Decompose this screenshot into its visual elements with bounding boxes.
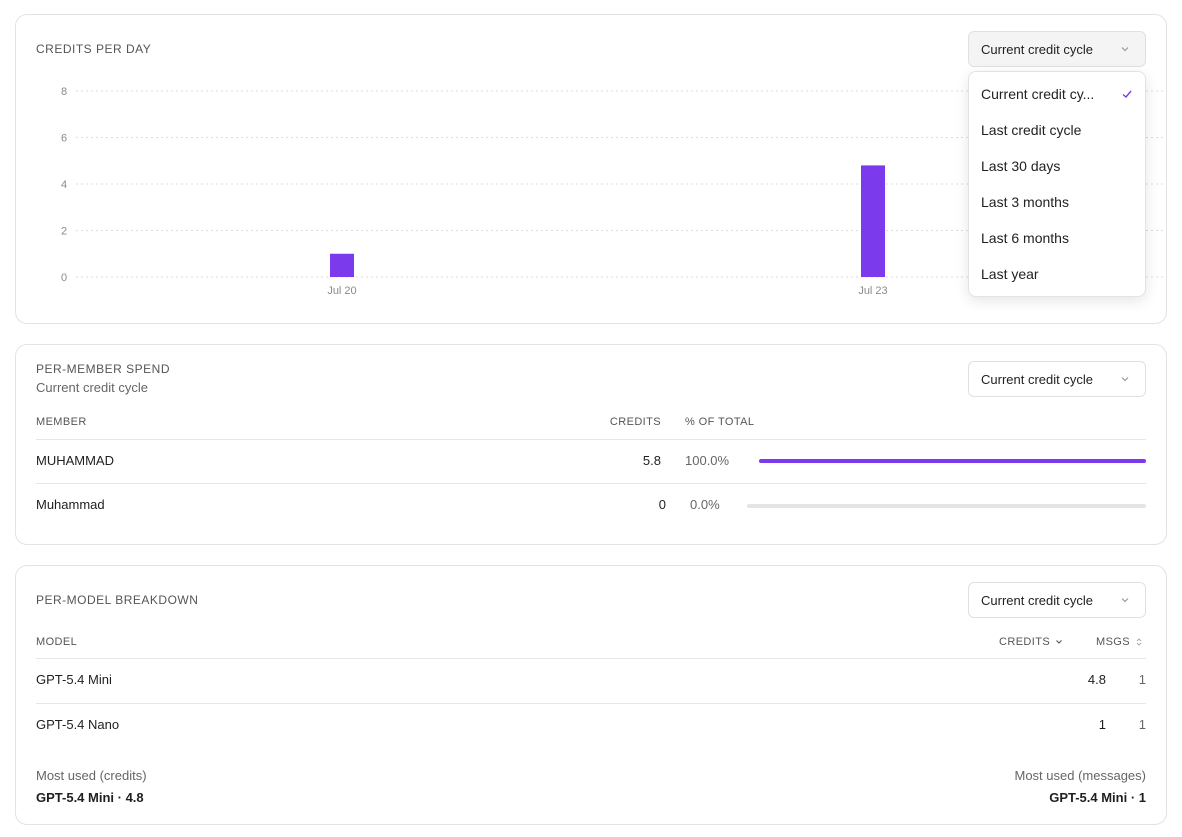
member-name: Muhammad [36, 497, 105, 512]
member-share-bar-fill [759, 459, 1146, 463]
x-tick-label: Jul 20 [327, 285, 356, 297]
member-credits: 5.8 [642, 453, 661, 468]
y-tick-label: 4 [61, 179, 67, 191]
range-option-label: Last credit cycle [981, 122, 1082, 138]
range-option-label: Last year [981, 266, 1039, 282]
member-pct: 100.0% [685, 453, 730, 468]
model-msgs: 1 [1138, 672, 1146, 687]
model-name: GPT-5.4 Nano [36, 717, 120, 732]
per-member-title: PER-MEMBER SPEND [36, 362, 171, 376]
most-used-messages-label: Most used (messages) [1014, 768, 1147, 783]
pct-column-header: % OF TOTAL [685, 416, 755, 428]
check-icon [1122, 90, 1132, 98]
member-column-header: MEMBER [36, 416, 87, 428]
model-msgs: 1 [1138, 717, 1146, 732]
credit-bar[interactable] [330, 253, 354, 277]
y-tick-label: 0 [61, 272, 67, 284]
sort-desc-icon [1056, 640, 1062, 644]
range-option[interactable]: Last 30 days [969, 148, 1145, 184]
x-tick-label: Jul 23 [858, 285, 887, 297]
per-member-subtitle: Current credit cycle [36, 380, 148, 395]
range-option[interactable]: Last credit cycle [969, 112, 1145, 148]
per-model-title: PER-MODEL BREAKDOWN [36, 593, 199, 607]
range-option-label: Last 3 months [981, 194, 1069, 210]
member-name: MUHAMMAD [36, 453, 114, 468]
credits-sort-label: CREDITS [999, 636, 1051, 648]
y-tick-label: 2 [61, 226, 67, 238]
model-credits: 1 [1098, 717, 1106, 732]
most-used-messages-value: GPT-5.4 Mini · 1 [1049, 790, 1146, 805]
model-range-select-label: Current credit cycle [981, 592, 1093, 608]
model-name: GPT-5.4 Mini [36, 672, 112, 687]
msgs-sort-label: MSGS [1096, 636, 1130, 648]
chevron-down-icon [1121, 377, 1129, 382]
member-credits: 0 [658, 497, 666, 512]
credits-sort-header[interactable]: CREDITS [999, 636, 1064, 648]
member-range-select-label: Current credit cycle [981, 371, 1093, 387]
msgs-sort-header[interactable]: MSGS [1096, 636, 1144, 648]
member-pct: 0.0% [690, 497, 720, 512]
credit-bar[interactable] [861, 165, 885, 277]
range-option-label: Last 6 months [981, 230, 1069, 246]
credits-column-header: CREDITS [609, 416, 661, 428]
range-option[interactable]: Last year [969, 256, 1145, 292]
chevron-down-icon [1121, 598, 1129, 603]
most-used-credits-value: GPT-5.4 Mini · 4.8 [36, 790, 144, 805]
model-range-select[interactable]: Current credit cycle [968, 582, 1146, 618]
y-tick-label: 6 [61, 133, 67, 145]
range-dropdown-menu: Current credit cy... Last credit cycle Las… [968, 71, 1146, 297]
range-option-label: Last 30 days [981, 158, 1061, 174]
member-range-select[interactable]: Current credit cycle [968, 361, 1146, 397]
member-share-bar [747, 504, 1146, 508]
range-option-label: Current credit cy... [981, 86, 1095, 102]
sort-both-icon [1136, 638, 1142, 646]
per-model-breakdown-card: PER-MODEL BREAKDOWN Current credit cycle… [15, 565, 1167, 825]
member-share-bar [759, 459, 1146, 463]
range-option[interactable]: Current credit cy... [969, 76, 1145, 112]
range-option[interactable]: Last 3 months [969, 184, 1145, 220]
model-column-header: MODEL [36, 636, 78, 648]
y-tick-label: 8 [61, 86, 67, 98]
model-credits: 4.8 [1087, 672, 1106, 687]
per-member-spend-card: PER-MEMBER SPEND Current credit cycle Cu… [15, 344, 1167, 545]
most-used-credits-label: Most used (credits) [36, 768, 147, 783]
range-option[interactable]: Last 6 months [969, 220, 1145, 256]
